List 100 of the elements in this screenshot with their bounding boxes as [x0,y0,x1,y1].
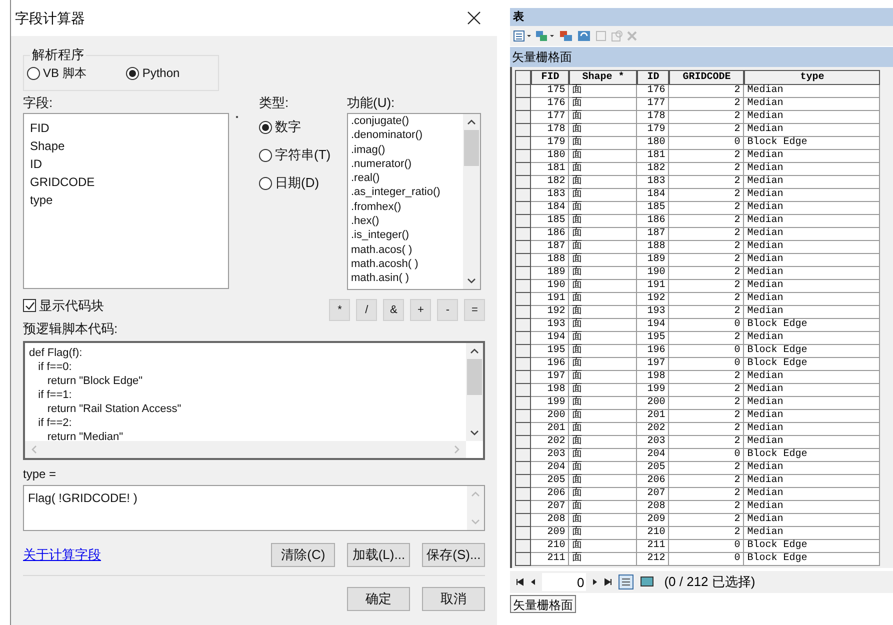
operator-button[interactable]: + [410,299,432,321]
row-selector[interactable] [515,98,532,111]
radio-button[interactable] [259,148,272,162]
previous-record-icon[interactable] [530,578,536,586]
table-cell: 2 [669,371,744,384]
function-item[interactable]: math.acos( ) [351,242,463,257]
function-item[interactable]: .imag() [351,142,463,157]
close-icon[interactable] [467,11,482,25]
row-selector[interactable] [515,254,532,267]
function-item[interactable]: .real() [351,171,463,186]
radio-button[interactable] [259,176,272,190]
row-selector[interactable] [515,345,532,358]
row-selector[interactable] [515,449,532,462]
row-selector[interactable] [515,358,532,371]
row-selector[interactable] [515,228,532,241]
row-selector[interactable] [515,475,532,488]
column-header[interactable]: GRIDCODE [669,70,744,85]
operator-button[interactable]: * [329,299,350,321]
function-item[interactable]: .is_integer() [351,228,463,243]
switch-selection-icon[interactable] [577,30,592,42]
scrollbar-thumb[interactable] [467,359,482,395]
column-header[interactable]: Shape * [569,70,638,85]
function-item[interactable]: math.asin( ) [351,271,463,286]
dialog-button[interactable]: 加载(L)... [347,543,410,567]
function-item[interactable]: .denominator() [351,128,463,143]
function-item[interactable]: .conjugate() [351,114,463,128]
row-selector[interactable] [515,189,532,202]
function-item[interactable]: .as_integer_ratio() [351,185,463,200]
row-selector[interactable] [515,371,532,384]
row-selector[interactable] [515,319,532,332]
field-item[interactable]: GRIDCODE [30,173,228,191]
help-link[interactable]: 关于计算字段 [23,545,101,565]
table-options-icon[interactable] [513,30,532,42]
function-item[interactable]: math.acosh( ) [351,256,463,272]
vertical-scrollbar[interactable] [463,114,480,289]
radio-button[interactable] [259,120,272,134]
row-selector[interactable] [515,527,532,540]
function-item[interactable]: .numerator() [351,156,463,172]
table-cell: 面 [569,332,638,345]
horizontal-scrollbar[interactable] [25,441,466,458]
row-selector[interactable] [515,514,532,527]
expression-field[interactable]: Flag( !GRIDCODE! ) [23,485,486,531]
column-header[interactable]: type [744,70,880,85]
row-selector[interactable] [515,293,532,306]
row-selector[interactable] [515,267,532,280]
row-selector[interactable] [515,124,532,137]
radio-button[interactable] [126,66,140,80]
show-all-records-icon[interactable] [618,574,634,590]
vertical-scrollbar[interactable] [467,486,484,530]
vertical-scrollbar[interactable] [466,343,484,441]
row-selector[interactable] [515,553,532,566]
row-selector[interactable] [515,111,532,124]
field-item[interactable]: FID [30,119,228,137]
row-selector[interactable] [515,423,532,436]
row-selector[interactable] [515,137,532,150]
column-header[interactable]: FID [531,70,570,85]
first-record-icon[interactable] [516,578,524,586]
row-selector[interactable] [515,150,532,163]
row-selector[interactable] [515,202,532,215]
record-field[interactable]: 0 [542,573,586,591]
row-selector[interactable] [515,410,532,423]
codeblock-field[interactable]: def Flag(f): if f==0: return "Block Edge" if f==1: return "Rail Station Access" if f==2: return "Median" [23,341,486,460]
row-selector[interactable] [515,540,532,553]
last-record-icon[interactable] [604,578,612,586]
row-selector[interactable] [515,163,532,176]
row-selector[interactable] [515,436,532,449]
row-selector[interactable] [515,85,532,98]
function-item[interactable]: .fromhex() [351,200,463,214]
row-selector[interactable] [515,280,532,293]
dialog-button[interactable]: 确定 [347,587,410,611]
scrollbar-thumb[interactable] [464,130,479,166]
row-selector[interactable] [515,306,532,319]
row-selector[interactable] [515,241,532,254]
show-selected-records-icon[interactable] [640,576,654,588]
dialog-button[interactable]: 清除(C) [271,543,336,567]
function-item[interactable]: .hex() [351,214,463,228]
column-header[interactable]: ID [637,70,670,85]
row-selector[interactable] [515,501,532,514]
operator-button[interactable]: - [437,299,458,321]
row-selector[interactable] [515,462,532,475]
row-selector[interactable] [515,332,532,345]
row-selector[interactable] [515,397,532,410]
field-item[interactable]: type [30,191,228,209]
radio-button[interactable] [27,66,40,80]
dialog-button[interactable]: 取消 [422,587,486,611]
row-selector[interactable] [515,176,532,189]
field-item[interactable]: ID [30,155,228,173]
next-record-icon[interactable] [592,578,598,586]
checkbox[interactable] [23,299,36,312]
row-selector[interactable] [515,215,532,228]
select-by-attributes-icon[interactable] [559,30,574,42]
related-tables-icon[interactable] [535,30,556,42]
dialog-button[interactable]: 保存(S)... [422,543,486,567]
operator-button[interactable]: / [356,299,378,321]
row-selector[interactable] [515,488,532,501]
row-selector[interactable] [515,384,532,397]
operator-button[interactable]: & [383,299,404,321]
table-tab[interactable]: 矢量栅格面 [510,595,576,613]
operator-button[interactable]: = [464,299,486,321]
field-item[interactable]: Shape [30,137,228,155]
